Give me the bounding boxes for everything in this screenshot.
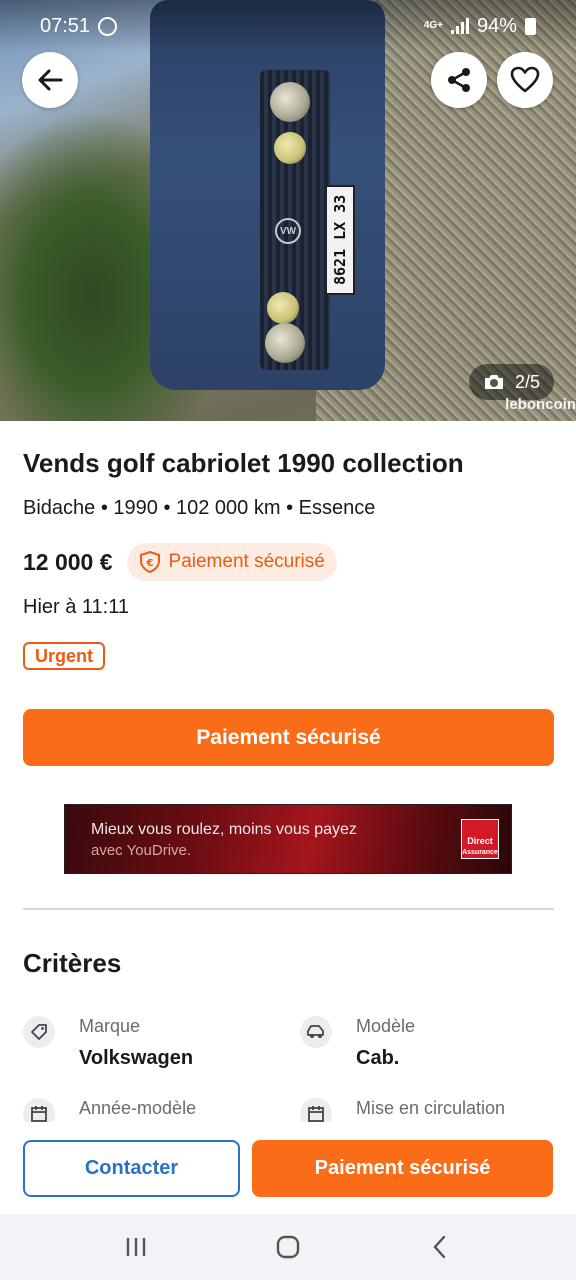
photo-counter[interactable]: 2/5 [469,364,555,400]
car-foglight [274,132,306,164]
criteria-value: Cab. [356,1047,400,1069]
criteria-title: Critères [23,948,122,978]
contact-button[interactable]: Contacter [23,1140,240,1197]
system-nav-bar [0,1214,576,1280]
share-button[interactable] [431,52,487,108]
criteria-value: Volkswagen [79,1047,194,1069]
arrow-left-icon [38,69,63,91]
svg-text:€: € [145,558,153,569]
criteria-label: Année-modèle [79,1098,197,1118]
signal-icon [450,18,469,34]
vw-logo: VW [275,218,301,244]
system-back-button[interactable] [420,1227,460,1267]
car-headlight [265,323,305,363]
secure-payment-button[interactable]: Paiement sécurisé [23,709,554,766]
listing-date: Hier à 11:11 [23,596,129,618]
criteria-label: Mise en circulation [356,1098,506,1118]
home-icon [276,1235,300,1259]
heart-icon [510,66,540,93]
secure-payment-badge[interactable]: € Paiement sécurisé [126,543,337,581]
whatsapp-icon [98,16,118,36]
leboncoin-watermark: leboncoin [505,396,576,413]
camera-icon [485,375,503,389]
status-bar: 07:51 4G+ 94% [0,0,576,52]
listing-title: Vends golf cabriolet 1990 collection [23,448,464,478]
section-divider [23,908,554,910]
direct-assurance-logo: Direct Assurance [461,819,499,859]
license-plate: 8621 LX 33 [325,185,355,295]
network-type: 4G+ [423,20,443,31]
back-button[interactable] [22,52,78,108]
recent-apps-button[interactable] [116,1227,156,1267]
ad-logo-line2: Assurance [462,849,498,856]
photo-counter-text: 2/5 [515,371,541,392]
home-button[interactable] [268,1227,308,1267]
urgent-tag: Urgent [23,642,105,670]
secure-payment-badge-label: Paiement sécurisé [168,551,325,572]
ad-logo-line1: Direct [467,836,493,846]
photo-car: VW 8621 LX 33 [150,0,385,390]
car-headlight [270,82,310,122]
ad-banner[interactable]: Mieux vous roulez, moins vous payez avec… [64,804,512,874]
criteria-label: Marque [79,1016,141,1036]
favorite-button[interactable] [497,52,553,108]
car-icon [300,1016,332,1048]
shield-euro-icon: € [139,551,160,573]
listing-price: 12 000 € [23,548,113,575]
criteria-item-marque: Marque Volkswagen [23,1016,193,1070]
ad-line2: avec YouDrive. [91,842,192,859]
ad-line1: Mieux vous roulez, moins vous payez [91,821,357,838]
bottom-action-bar: Contacter Paiement sécurisé [0,1122,576,1214]
price-row: 12 000 € € Paiement sécurisé [23,543,337,581]
listing-photo[interactable]: VW 8621 LX 33 07:51 4G+ 94% 2/5 leboncoi… [0,0,576,421]
chevron-left-icon [433,1235,446,1259]
status-time: 07:51 [40,14,91,37]
tag-icon [23,1016,55,1048]
criteria-label: Modèle [356,1016,416,1036]
criteria-item-modele: Modèle Cab. [300,1016,415,1070]
car-foglight [267,292,299,324]
battery-level: 94% [476,14,517,37]
secure-payment-bottom-button[interactable]: Paiement sécurisé [252,1140,553,1197]
battery-icon [525,17,536,35]
share-icon [448,68,470,92]
recent-apps-icon [126,1238,146,1256]
listing-subtitle: Bidache • 1990 • 102 000 km • Essence [23,497,376,519]
